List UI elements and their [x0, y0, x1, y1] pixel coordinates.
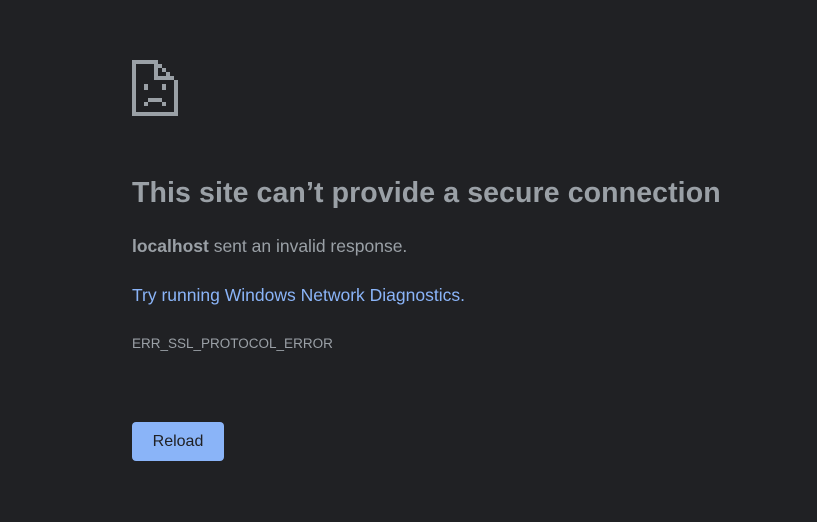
suggestion-suffix: .	[460, 285, 465, 305]
suggestion: Try running Windows Network Diagnostics.	[132, 284, 465, 306]
suggestion-prefix: Try running	[132, 285, 225, 305]
page-title: This site can’t provide a secure connect…	[132, 177, 721, 209]
sad-document-icon	[132, 60, 178, 116]
error-code: ERR_SSL_PROTOCOL_ERROR	[132, 336, 333, 351]
reload-button[interactable]: Reload	[132, 422, 224, 461]
network-diagnostics-link[interactable]: Windows Network Diagnostics	[225, 285, 460, 305]
error-message-text: sent an invalid response.	[208, 236, 408, 256]
host-name: localhost	[132, 236, 209, 256]
error-message: localhost sent an invalid response.	[132, 235, 407, 257]
